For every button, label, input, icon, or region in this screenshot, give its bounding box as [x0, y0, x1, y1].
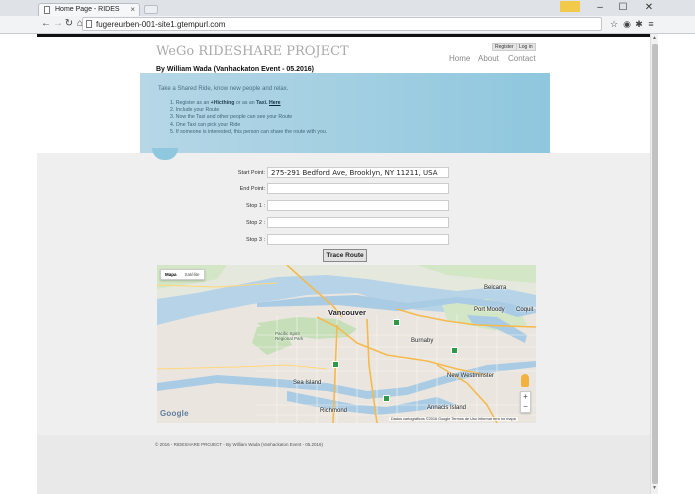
page-icon: [44, 6, 50, 14]
url-text: fugereurben-001-site1.gtempurl.com: [96, 20, 226, 29]
map-label: Port Moody: [474, 307, 505, 313]
user-profile-icon[interactable]: [560, 1, 580, 12]
scroll-down-icon[interactable]: ▼: [652, 485, 657, 491]
stop-3-input[interactable]: [267, 234, 449, 245]
step-item: 4. One Taxi can pick your Ride: [170, 121, 241, 128]
hitching-label: +Hicthing: [210, 100, 235, 106]
menu-icon[interactable]: ≡: [646, 19, 656, 29]
stop-3-label: Stop 3 :: [246, 237, 265, 243]
zoom-control: + −: [520, 391, 531, 413]
highway-shield-icon: [393, 319, 400, 326]
extension-icon[interactable]: ◉: [622, 19, 632, 29]
map-label: Richmond: [320, 408, 348, 414]
map-label: Coquit: [516, 307, 534, 313]
tab-title: Home Page - RIDES: [55, 6, 120, 13]
map-type-map[interactable]: Mapa: [161, 270, 181, 279]
step-item: 1. Register as an +Hicthing or as an Tax…: [170, 100, 281, 106]
window-margin: [658, 34, 695, 494]
map-label: Burnaby: [411, 338, 434, 344]
register-button[interactable]: Register: [492, 43, 517, 51]
zoom-in-button[interactable]: +: [521, 392, 530, 402]
map-label: Annacis Island: [427, 405, 467, 411]
login-button[interactable]: Log in: [516, 43, 536, 51]
street-view-pegman-icon[interactable]: [521, 374, 529, 387]
minimize-button[interactable]: –: [590, 1, 610, 14]
step-item: 5. If someone is interested, this person…: [170, 128, 328, 135]
highway-shield-icon: [332, 361, 339, 368]
route-map[interactable]: Mapa Satélite Vancouver Burnaby Richmond…: [157, 265, 536, 423]
new-tab-button[interactable]: [144, 5, 158, 14]
page-icon: [86, 20, 92, 28]
highway-shield-icon: [451, 347, 458, 354]
browser-toolbar: ← → ↻ ⌂ fugereurben-001-site1.gtempurl.c…: [0, 16, 695, 34]
top-bar: [37, 34, 650, 37]
step-item: 3. Now the Taxi and other people can see…: [170, 114, 293, 121]
start-point-input[interactable]: [267, 167, 449, 178]
footer-band: [37, 435, 650, 494]
nav-about[interactable]: About: [478, 54, 499, 63]
maximize-button[interactable]: ☐: [613, 1, 633, 14]
google-logo: Google: [160, 409, 189, 418]
start-point-label: Start Point:: [237, 170, 265, 176]
map-type-control[interactable]: Mapa Satélite: [160, 269, 205, 280]
close-window-button[interactable]: ✕: [639, 1, 659, 14]
step-item: 2. Include your Route: [170, 107, 220, 114]
site-title[interactable]: WeGo RIDESHARE PROJECT: [156, 44, 349, 59]
map-label: Belcarra: [484, 285, 507, 291]
map-attribution[interactable]: Dados cartográficos ©2016 Google Termos …: [389, 417, 518, 421]
stop-2-label: Stop 2 :: [246, 220, 265, 226]
hero-banner: Take a Shared Ride, know new people and …: [140, 73, 550, 153]
end-point-input[interactable]: [267, 183, 449, 194]
stop-1-label: Stop 1 :: [246, 203, 265, 209]
close-tab-icon[interactable]: ×: [130, 5, 135, 14]
zoom-out-button[interactable]: −: [521, 402, 530, 412]
page-viewport: WeGo RIDESHARE PROJECT By William Wada (…: [37, 34, 650, 494]
register-here-link[interactable]: Here: [269, 100, 281, 106]
footer-text: © 2016 - RIDESHARE PROJECT - By William …: [155, 442, 324, 447]
nav-home[interactable]: Home: [449, 54, 470, 63]
taxi-label: Taxi.: [256, 100, 268, 106]
trace-route-button[interactable]: Trace Route: [323, 249, 367, 262]
address-bar[interactable]: fugereurben-001-site1.gtempurl.com: [82, 17, 602, 31]
bookmark-star-icon[interactable]: ☆: [609, 19, 619, 29]
byline: By William Wada (Vanhackaton Event - 05.…: [156, 66, 315, 73]
end-point-label: End Point:: [239, 186, 265, 192]
page-scrollbar[interactable]: ▲ ▼: [650, 34, 658, 494]
browser-tab[interactable]: Home Page - RIDES ×: [38, 3, 140, 16]
tab-strip: Home Page - RIDES × – ☐ ✕: [0, 0, 695, 16]
steps-list: 1. Register as an +Hicthing or as an Tax…: [170, 100, 327, 136]
stop-1-input[interactable]: [267, 200, 449, 211]
nav-contact[interactable]: Contact: [508, 54, 536, 63]
map-label: Sea Island: [293, 380, 322, 386]
highway-shield-icon: [383, 395, 390, 402]
map-canvas: [157, 265, 536, 423]
map-label: New Westminster: [447, 373, 494, 379]
hero-tagline: Take a Shared Ride, know new people and …: [158, 86, 289, 92]
map-label: Pacific Spirit Regional Park: [275, 331, 304, 341]
stop-2-input[interactable]: [267, 217, 449, 228]
back-icon[interactable]: ←: [40, 18, 52, 30]
extension-icon[interactable]: ✱: [634, 19, 644, 29]
map-label: Vancouver: [328, 308, 366, 317]
scroll-up-icon[interactable]: ▲: [652, 35, 657, 41]
map-type-satellite[interactable]: Satélite: [181, 270, 204, 279]
